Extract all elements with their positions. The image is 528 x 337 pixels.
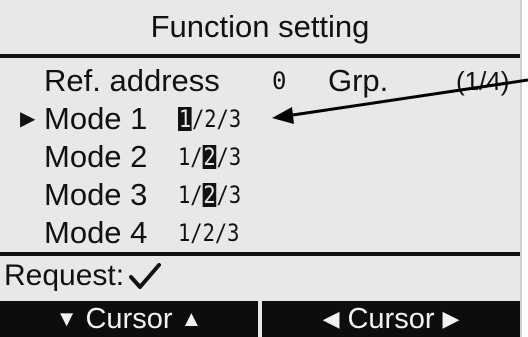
mode-row-1[interactable]: ▶ Mode 1 1/2/3 (0, 100, 520, 138)
checkmark-icon (129, 263, 162, 289)
group-label: Grp. (328, 63, 389, 98)
left-triangle-icon: ◀ (322, 306, 340, 331)
option-2-selected[interactable]: 2 (202, 183, 217, 207)
page-indicator: (1/4) (456, 66, 510, 96)
option-2[interactable]: 2 (203, 214, 215, 252)
mode-label: Mode 3 (44, 177, 148, 212)
mode-label: Mode 1 (44, 101, 148, 136)
cursor-left-right-softkey[interactable]: ◀ Cursor ▶ (262, 301, 520, 337)
option-separator: / (214, 219, 228, 247)
lcd-screen: Function setting Ref. address 0 Grp. (1/… (0, 0, 522, 337)
option-3[interactable]: 3 (227, 214, 239, 252)
option-separator: / (191, 105, 205, 133)
down-triangle-icon: ▼ (55, 306, 78, 331)
option-separator: / (216, 143, 229, 171)
softkey-label: Cursor (85, 302, 173, 335)
ref-address-value[interactable]: 0 (272, 62, 286, 100)
option-3[interactable]: 3 (229, 100, 241, 138)
mode-options[interactable]: 1/2/3 (178, 100, 241, 138)
mode-label: Mode 4 (44, 215, 148, 250)
option-1[interactable]: 1 (178, 138, 190, 176)
mode-row-2[interactable]: Mode 2 1/2/3 (0, 138, 520, 176)
ref-address-label: Ref. address (44, 63, 220, 98)
option-1[interactable]: 1 (178, 214, 190, 252)
mode-row-4[interactable]: Mode 4 1/2/3 (0, 214, 520, 252)
option-1-selected[interactable]: 1 (178, 107, 192, 131)
ref-address-row: Ref. address 0 Grp. (1/4) (0, 62, 520, 100)
right-triangle-icon: ▶ (442, 306, 460, 331)
mode-label: Mode 2 (44, 139, 148, 174)
option-1[interactable]: 1 (178, 176, 190, 214)
option-3[interactable]: 3 (229, 138, 241, 176)
page-title: Function setting (150, 9, 370, 44)
cursor-pointer-icon: ▶ (20, 108, 36, 130)
option-separator: / (190, 181, 203, 209)
mode-options[interactable]: 1/2/3 (178, 176, 241, 214)
cursor-up-down-softkey[interactable]: ▼ Cursor ▲ (0, 301, 258, 337)
option-separator: / (190, 143, 203, 171)
softkey-bar: ▼ Cursor ▲ ◀ Cursor ▶ (0, 301, 520, 337)
option-2-selected[interactable]: 2 (202, 145, 217, 169)
up-triangle-icon: ▲ (180, 306, 203, 331)
option-2[interactable]: 2 (204, 100, 216, 138)
option-separator: / (216, 181, 229, 209)
mode-options[interactable]: 1/2/3 (178, 138, 241, 176)
title-divider (0, 54, 520, 58)
title-bar: Function setting (0, 0, 520, 54)
option-3[interactable]: 3 (229, 176, 241, 214)
option-separator: / (190, 219, 203, 247)
mode-options[interactable]: 1/2/3 (178, 214, 239, 252)
mode-row-3[interactable]: Mode 3 1/2/3 (0, 176, 520, 214)
softkey-label: Cursor (347, 302, 435, 335)
request-label: Request: (4, 259, 125, 292)
request-status: Request: (4, 256, 162, 296)
option-separator: / (216, 105, 229, 133)
